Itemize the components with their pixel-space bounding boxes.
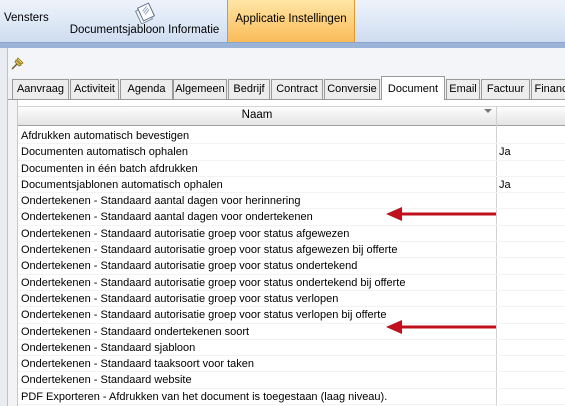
row-name: Ondertekenen - Standaard ondertekenen so… xyxy=(21,325,250,338)
row-name: Ondertekenen - Standaard autorisatie gro… xyxy=(21,260,358,273)
ribbon-vensters[interactable]: Vensters xyxy=(4,12,49,24)
tab-activiteit[interactable]: Activiteit xyxy=(70,79,119,99)
ribbon-documentsjabloon-informatie[interactable]: Documentsjabloon Informatie xyxy=(62,0,227,42)
tab-factuur[interactable]: Factuur xyxy=(481,79,530,99)
row-name: PDF Exporteren - Afdrukken van het docum… xyxy=(21,390,388,403)
row-name: Ondertekenen - Standaard autorisatie gro… xyxy=(21,227,350,240)
pin-icon[interactable] xyxy=(10,55,26,71)
toolbar xyxy=(8,48,565,78)
row-name: Ondertekenen - Standaard taaksoort voor … xyxy=(21,358,254,371)
table-row[interactable]: Ondertekenen - Standaard autorisatie gro… xyxy=(18,226,565,243)
row-name: Ondertekenen - Standaard autorisatie gro… xyxy=(21,276,406,289)
column-header-naam[interactable]: Naam xyxy=(18,106,496,126)
tab-bedrijf[interactable]: Bedrijf xyxy=(228,79,270,99)
ribbon: Vensters Documentsjabloon Informatie App… xyxy=(0,0,565,43)
table-row[interactable]: Documenten automatisch ophalen Ja xyxy=(18,144,565,161)
document-template-icon xyxy=(134,2,156,24)
annotation-arrow-1 xyxy=(386,207,496,221)
table-row[interactable]: Ondertekenen - Standaard website xyxy=(18,372,565,389)
table-row[interactable]: Ondertekenen - Standaard autorisatie gro… xyxy=(18,242,565,259)
tab-conversie[interactable]: Conversie xyxy=(324,79,380,99)
row-value: Ja xyxy=(499,178,511,191)
row-name: Documenten in één batch afdrukken xyxy=(21,162,198,175)
table-row[interactable]: PDF Exporteren - Afdrukken van het docum… xyxy=(18,389,565,406)
row-name: Documentsjablonen automatisch ophalen xyxy=(21,178,223,191)
table-row[interactable]: Ondertekenen - Standaard taaksoort voor … xyxy=(18,356,565,373)
annotation-arrow-2 xyxy=(386,320,496,334)
grid-rows: Afdrukken automatisch bevestigen Document… xyxy=(18,128,565,406)
row-name: Ondertekenen - Standaard sjabloon xyxy=(21,341,196,354)
row-name: Ondertekenen - Standaard website xyxy=(21,374,192,387)
row-name: Ondertekenen - Standaard aantal dagen vo… xyxy=(21,195,301,208)
ribbon-applicatie-label: Applicatie Instellingen xyxy=(235,13,347,25)
row-gutter xyxy=(8,100,18,406)
left-frame xyxy=(0,48,8,406)
tab-contract[interactable]: Contract xyxy=(271,79,323,99)
tab-agenda[interactable]: Agenda xyxy=(120,79,173,99)
tab-document[interactable]: Document xyxy=(381,76,445,100)
table-row[interactable]: Documenten in één batch afdrukken xyxy=(18,161,565,177)
tab-email[interactable]: Email xyxy=(446,79,480,99)
row-name: Documenten automatisch ophalen xyxy=(21,146,188,159)
tab-aanvraag[interactable]: Aanvraag xyxy=(12,79,69,99)
row-name: Afdrukken automatisch bevestigen xyxy=(21,130,190,142)
row-name: Ondertekenen - Standaard autorisatie gro… xyxy=(21,309,387,322)
table-row[interactable]: Ondertekenen - Standaard sjabloon xyxy=(18,340,565,357)
table-row[interactable]: Ondertekenen - Standaard autorisatie gro… xyxy=(18,258,565,275)
ribbon-documentsjabloon-label: Documentsjabloon Informatie xyxy=(69,24,220,36)
row-value: Ja xyxy=(499,146,511,159)
tab-financ[interactable]: Financ xyxy=(531,79,565,99)
tab-algemeen[interactable]: Algemeen xyxy=(173,79,227,99)
ribbon-applicatie-instellingen[interactable]: Applicatie Instellingen xyxy=(227,0,355,42)
table-row[interactable]: Afdrukken automatisch bevestigen xyxy=(18,128,565,145)
table-row[interactable]: Ondertekenen - Standaard autorisatie gro… xyxy=(18,291,565,308)
row-name: Ondertekenen - Standaard aantal dagen vo… xyxy=(21,211,313,224)
sort-indicator-icon xyxy=(484,109,492,113)
table-row[interactable]: Ondertekenen - Standaard autorisatie gro… xyxy=(18,275,565,291)
table-row[interactable]: Documentsjablonen automatisch ophalen Ja xyxy=(18,177,565,194)
row-name: Ondertekenen - Standaard autorisatie gro… xyxy=(21,244,398,257)
row-name: Ondertekenen - Standaard autorisatie gro… xyxy=(21,292,339,305)
